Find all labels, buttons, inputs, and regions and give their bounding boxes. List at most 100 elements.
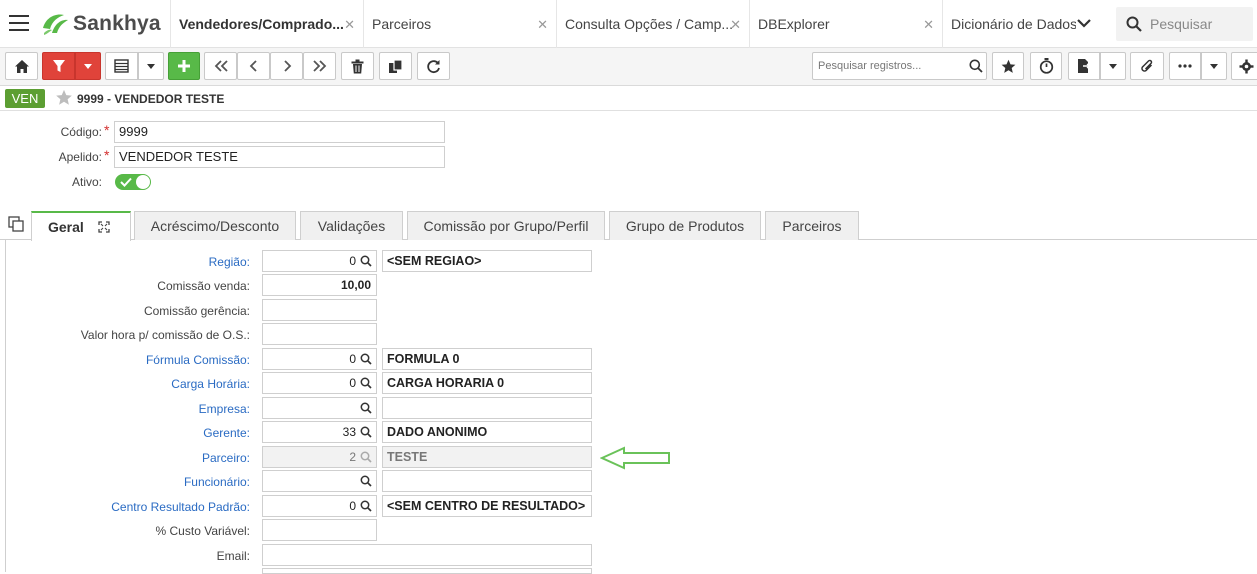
search-icon[interactable] — [360, 353, 372, 365]
regiao-label[interactable]: Região: — [0, 255, 250, 269]
search-icon[interactable] — [969, 59, 983, 73]
regiao-code-field[interactable]: 0 — [262, 250, 377, 272]
search-icon[interactable] — [360, 475, 372, 487]
settings-button[interactable] — [1231, 52, 1257, 80]
tab-label: Comissão por Grupo/Perfil — [423, 218, 589, 234]
timer-button[interactable] — [1030, 52, 1062, 80]
carga-code-field[interactable]: 0 — [262, 372, 377, 394]
home-button[interactable] — [5, 52, 38, 80]
close-icon[interactable]: ✕ — [730, 17, 741, 33]
global-search[interactable]: Pesquisar — [1116, 7, 1253, 41]
first-record-button[interactable] — [204, 52, 237, 80]
top-tab-label: Consulta Opções / Camp... — [565, 16, 734, 32]
tab-acrescimo-desconto[interactable]: Acréscimo/Desconto — [134, 211, 296, 240]
funcionario-desc-field — [382, 470, 592, 492]
centro-resultado-label[interactable]: Centro Resultado Padrão: — [0, 500, 250, 514]
email-field[interactable] — [262, 544, 592, 566]
next-record-button[interactable] — [270, 52, 303, 80]
search-icon[interactable] — [360, 426, 372, 438]
prev-record-button[interactable] — [237, 52, 270, 80]
funcionario-label[interactable]: Funcionário: — [0, 475, 250, 489]
empresa-label[interactable]: Empresa: — [0, 402, 250, 416]
export-button[interactable] — [1068, 52, 1100, 80]
custo-variavel-field[interactable] — [262, 519, 377, 541]
add-button[interactable] — [168, 52, 200, 80]
sankhya-logo[interactable]: Sankhya — [40, 11, 161, 37]
ativo-toggle[interactable] — [115, 174, 151, 190]
open-tabs: Vendedores/Comprado... ✕ Parceiros ✕ Con… — [170, 0, 1076, 48]
duplicate-button[interactable] — [379, 52, 412, 80]
copy-icon[interactable] — [8, 216, 24, 232]
refresh-button[interactable] — [417, 52, 450, 80]
chevron-down-icon[interactable] — [1076, 16, 1092, 30]
favorite-button[interactable] — [992, 52, 1024, 80]
last-icon — [312, 60, 326, 72]
top-tab-dicionario[interactable]: Dicionário de Dados — [942, 0, 1076, 48]
tab-label: Grupo de Produtos — [625, 218, 745, 234]
comissao-gerencia-field[interactable] — [262, 299, 377, 321]
delete-button[interactable] — [341, 52, 374, 80]
search-icon[interactable] — [360, 255, 372, 267]
close-icon[interactable]: ✕ — [537, 17, 548, 33]
record-search[interactable] — [812, 52, 987, 80]
regiao-desc-field: <SEM REGIAO> — [382, 250, 592, 272]
global-search-placeholder: Pesquisar — [1150, 16, 1213, 32]
top-tab-parceiros[interactable]: Parceiros ✕ — [363, 0, 556, 48]
next-icon — [283, 60, 291, 72]
empresa-code-field[interactable] — [262, 397, 377, 419]
tab-grupo-produtos[interactable]: Grupo de Produtos — [609, 211, 761, 240]
grid-dropdown-button[interactable] — [138, 52, 164, 80]
star-icon — [1001, 59, 1015, 73]
add-icon — [178, 60, 190, 72]
grid-view-button[interactable] — [105, 52, 138, 80]
menu-icon[interactable] — [9, 15, 29, 31]
export-dropdown-button[interactable] — [1100, 52, 1126, 80]
top-tab-vendedores[interactable]: Vendedores/Comprado... ✕ — [170, 0, 363, 48]
next-field-partial[interactable] — [262, 568, 592, 574]
entity-badge: VEN — [5, 89, 45, 108]
top-bar: Sankhya Vendedores/Comprado... ✕ Parceir… — [0, 0, 1257, 48]
gerente-label[interactable]: Gerente: — [0, 426, 250, 440]
codigo-label: Código: — [60, 125, 102, 139]
attach-icon — [1140, 59, 1152, 72]
formula-code: 0 — [349, 352, 356, 366]
formula-comissao-label[interactable]: Fórmula Comissão: — [0, 353, 250, 367]
filter-dropdown-button[interactable] — [75, 52, 101, 80]
apelido-field[interactable]: VENDEDOR TESTE — [114, 146, 445, 168]
centro-desc-field: <SEM CENTRO DE RESULTADO> — [382, 495, 592, 517]
top-tab-label: Parceiros — [372, 16, 432, 32]
centro-code-field[interactable]: 0 — [262, 495, 377, 517]
required-marker: * — [104, 147, 110, 163]
top-tab-consulta-opcoes[interactable]: Consulta Opções / Camp... ✕ — [556, 0, 749, 48]
close-icon[interactable]: ✕ — [344, 17, 355, 33]
carga-horaria-label[interactable]: Carga Horária: — [0, 377, 250, 391]
search-icon[interactable] — [360, 377, 372, 389]
last-record-button[interactable] — [303, 52, 336, 80]
tab-validacoes[interactable]: Validações — [300, 211, 403, 240]
top-tab-label: Dicionário de Dados — [951, 16, 1076, 32]
gerente-desc-field: DADO ANONIMO — [382, 421, 592, 443]
refresh-icon — [427, 59, 440, 73]
star-icon[interactable] — [55, 89, 73, 106]
search-icon[interactable] — [360, 500, 372, 512]
more-button[interactable] — [1169, 52, 1201, 80]
expand-icon[interactable] — [98, 221, 110, 233]
top-tab-dbexplorer[interactable]: DBExplorer ✕ — [749, 0, 942, 48]
tab-geral[interactable]: Geral — [31, 211, 131, 241]
search-icon[interactable] — [360, 402, 372, 414]
tab-parceiros[interactable]: Parceiros — [765, 211, 859, 240]
filter-button[interactable] — [42, 52, 75, 80]
valor-hora-field[interactable] — [262, 323, 377, 345]
comissao-venda-field[interactable]: 10,00 — [262, 274, 377, 296]
gerente-code-field[interactable]: 33 — [262, 421, 377, 443]
attach-button[interactable] — [1130, 52, 1164, 80]
funcionario-code-field[interactable] — [262, 470, 377, 492]
parceiro-label[interactable]: Parceiro: — [0, 451, 250, 465]
formula-code-field[interactable]: 0 — [262, 348, 377, 370]
tab-comissao-grupo-perfil[interactable]: Comissão por Grupo/Perfil — [407, 211, 605, 240]
centro-code: 0 — [349, 499, 356, 513]
record-search-input[interactable] — [813, 53, 963, 79]
more-dropdown-button[interactable] — [1201, 52, 1227, 80]
close-icon[interactable]: ✕ — [923, 17, 934, 33]
codigo-field[interactable]: 9999 — [114, 121, 445, 143]
